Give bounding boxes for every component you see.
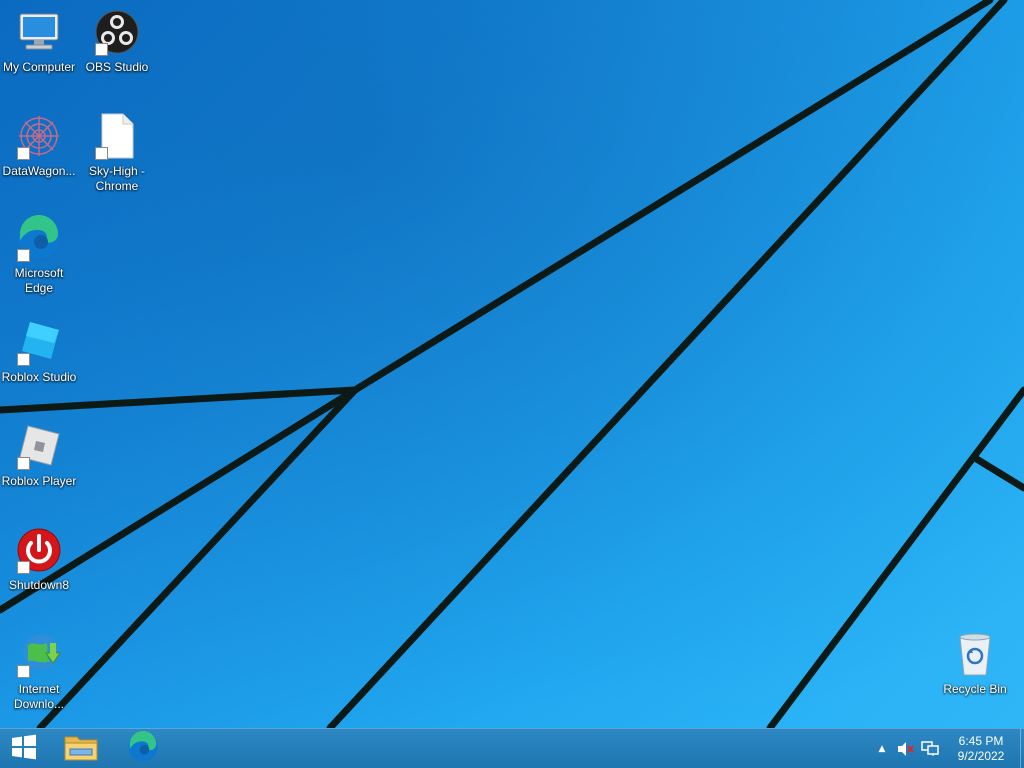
chevron-up-icon[interactable]: ▲ (874, 729, 890, 768)
desktop-icon-datawagon[interactable]: DataWagon... (0, 112, 78, 179)
shortcut-arrow-icon (17, 147, 30, 160)
desktop-icon-label: DataWagon... (2, 164, 76, 178)
taskbar-file-explorer-button[interactable] (58, 729, 104, 768)
taskbar-clock[interactable]: 6:45 PM 9/2/2022 (942, 729, 1020, 768)
clock-date: 9/2/2022 (957, 748, 1005, 763)
desktop-icon-roblox-player[interactable]: Roblox Player (0, 422, 78, 489)
shortcut-arrow-icon (17, 353, 30, 366)
desktop-icon-obs-studio[interactable]: OBS Studio (78, 8, 156, 75)
shortcut-arrow-icon (17, 457, 30, 470)
shortcut-arrow-icon (95, 147, 108, 160)
obs-icon (93, 8, 141, 56)
edge-icon (127, 730, 159, 767)
power-icon (15, 526, 63, 574)
taskbar: ▲ 6:45 PM 9/2/2022 (0, 728, 1024, 768)
clock-time: 6:45 PM (958, 733, 1004, 748)
desktop[interactable]: My Computer OBS Studio DataWagon... Sky-… (0, 0, 1024, 728)
computer-icon (15, 8, 63, 56)
desktop-icon-label: Roblox Player (1, 474, 77, 488)
desktop-icon-sky-high-chrome[interactable]: Sky-High - Chrome (78, 112, 156, 194)
desktop-icon-label: My Computer (2, 60, 76, 74)
windows-logo-icon (11, 734, 37, 764)
taskbar-edge-button[interactable] (120, 729, 166, 768)
start-button[interactable] (0, 729, 48, 768)
desktop-icon-label: Roblox Studio (1, 370, 77, 384)
desktop-icon-recycle-bin[interactable]: Recycle Bin (936, 630, 1014, 697)
roblox-player-icon (15, 422, 63, 470)
desktop-icon-label: Internet Downlo... (13, 682, 65, 711)
desktop-icon-microsoft-edge[interactable]: Microsoft Edge (0, 214, 78, 296)
network-icon[interactable] (920, 729, 940, 768)
desktop-icon-internet-download[interactable]: Internet Downlo... (0, 630, 78, 712)
desktop-icon-label: Shutdown8 (8, 578, 70, 592)
wallpaper (0, 0, 1024, 728)
desktop-icon-label: Microsoft Edge (14, 266, 64, 295)
blank-file-icon (93, 112, 141, 160)
desktop-icon-shutdown8[interactable]: Shutdown8 (0, 526, 78, 593)
recycle-bin-icon (951, 630, 999, 678)
shortcut-arrow-icon (17, 665, 30, 678)
idm-icon (15, 630, 63, 678)
desktop-icon-label: Recycle Bin (943, 682, 1007, 696)
folder-icon (64, 732, 98, 766)
edge-icon (15, 214, 63, 262)
desktop-icon-label: OBS Studio (85, 60, 149, 74)
desktop-icon-label: Sky-High - Chrome (88, 164, 145, 193)
desktop-icon-my-computer[interactable]: My Computer (0, 8, 78, 75)
desktop-icon-roblox-studio[interactable]: Roblox Studio (0, 318, 78, 385)
shortcut-arrow-icon (17, 249, 30, 262)
show-desktop-button[interactable] (1020, 729, 1024, 768)
datawagon-icon (15, 112, 63, 160)
shortcut-arrow-icon (17, 561, 30, 574)
shortcut-arrow-icon (95, 43, 108, 56)
roblox-studio-icon (15, 318, 63, 366)
volume-muted-icon[interactable] (896, 729, 916, 768)
